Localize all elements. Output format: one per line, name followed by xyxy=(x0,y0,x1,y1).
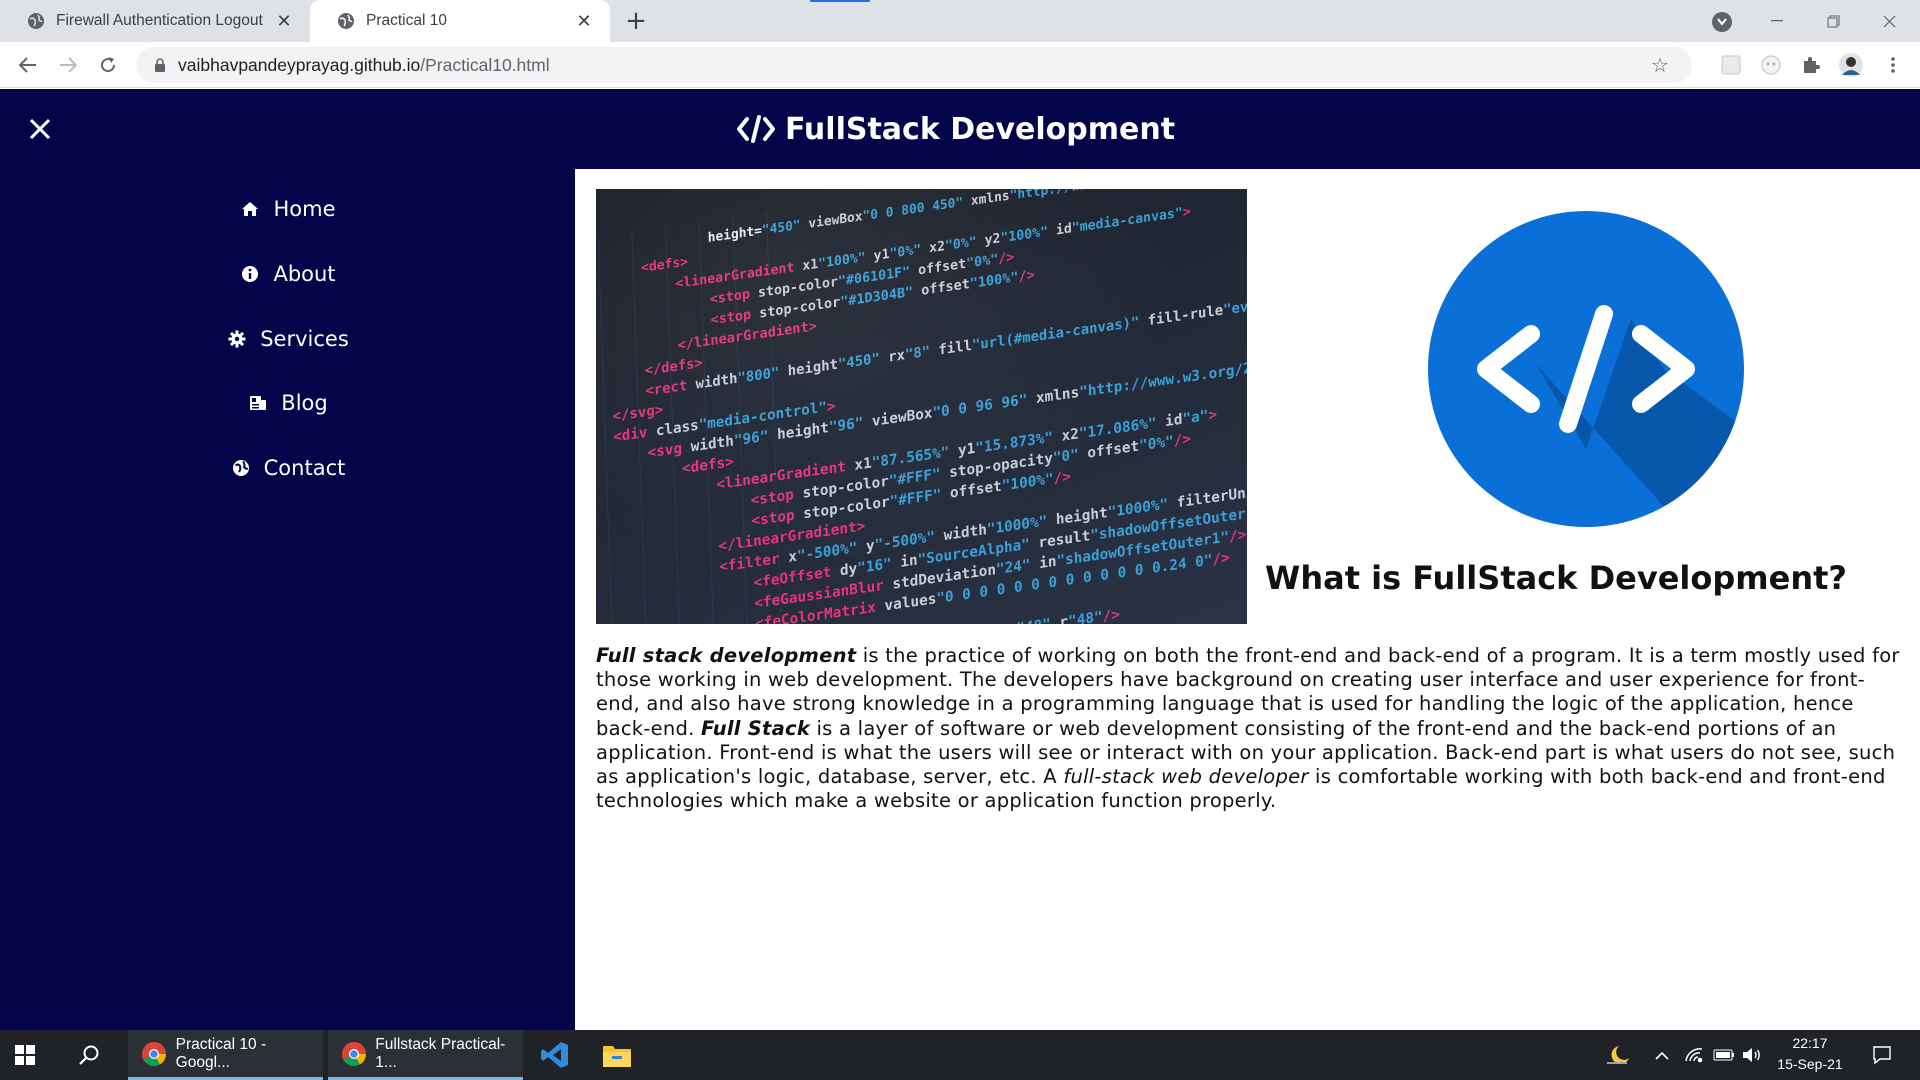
sidebar-item-label: About xyxy=(273,262,336,286)
clock-date: 15-Sep-21 xyxy=(1777,1056,1843,1072)
web-page: FullStack Development Home About Service… xyxy=(0,89,1920,1030)
intro-paragraph: Full stack development is the practice o… xyxy=(596,644,1902,813)
term-full-stack-web-developer: full-stack web developer xyxy=(1063,765,1309,789)
browser-tab-strip: Firewall Authentication Logout ✕ Practic… xyxy=(0,0,1920,42)
chevron-up-icon[interactable] xyxy=(1648,1030,1676,1080)
windows-taskbar: Practical 10 - Googl... Fullstack Practi… xyxy=(0,1030,1920,1080)
tab-search-icon[interactable] xyxy=(1712,12,1732,32)
windows-start-icon[interactable] xyxy=(0,1030,50,1080)
close-menu-icon[interactable] xyxy=(24,113,56,145)
lock-icon[interactable] xyxy=(152,57,168,73)
sidebar-item-label: Blog xyxy=(281,391,328,415)
taskbar-app-fullstack-practical[interactable]: Fullstack Practical-1... xyxy=(328,1030,523,1080)
bookmark-star-icon[interactable]: ☆ xyxy=(1648,53,1672,77)
tab-title: Firewall Authentication Logout xyxy=(56,12,263,29)
back-arrow-icon[interactable] xyxy=(14,51,42,79)
taskbar-app-label: Practical 10 - Googl... xyxy=(175,1035,267,1071)
vscode-icon[interactable] xyxy=(530,1030,580,1080)
globe-favicon-icon xyxy=(336,11,356,31)
taskbar-app-practical-10[interactable]: Practical 10 - Googl... xyxy=(128,1030,323,1080)
clock-time: 22:17 xyxy=(1792,1035,1828,1051)
sidebar-item-about[interactable]: About xyxy=(0,254,575,294)
restore-icon[interactable] xyxy=(1810,0,1856,42)
code-screenshot-image: height="450" viewBox"0 0 800 450" xmlns"… xyxy=(596,189,1247,624)
browser-toolbar: vaibhavpandeyprayag.github.io/Practical1… xyxy=(0,42,1920,88)
site-title: FullStack Development xyxy=(736,111,1176,147)
new-tab-button[interactable]: + xyxy=(624,6,648,36)
main-content: height="450" viewBox"0 0 800 450" xmlns"… xyxy=(576,169,1920,1030)
file-explorer-icon[interactable] xyxy=(592,1030,642,1080)
search-icon[interactable] xyxy=(64,1030,114,1080)
reload-icon[interactable] xyxy=(94,51,122,79)
forward-arrow-icon[interactable] xyxy=(54,51,82,79)
chrome-icon xyxy=(340,1040,367,1068)
term-full-stack-development: Full stack development xyxy=(596,644,857,667)
url-path: /Practical10.html xyxy=(420,54,550,75)
minimize-icon[interactable] xyxy=(1754,0,1800,42)
site-header: FullStack Development xyxy=(0,89,1920,169)
chrome-menu-icon[interactable] xyxy=(1880,52,1906,78)
home-icon xyxy=(239,198,261,220)
notifications-icon[interactable] xyxy=(1862,1030,1902,1080)
tab-practical-10[interactable]: Practical 10 ✕ xyxy=(310,0,610,42)
chrome-icon xyxy=(140,1040,168,1068)
blog-icon xyxy=(247,392,269,414)
url-text: vaibhavpandeyprayag.github.io/Practical1… xyxy=(178,55,550,76)
profile-avatar[interactable] xyxy=(1838,52,1864,78)
sidebar-item-label: Home xyxy=(273,197,336,221)
extension-icon[interactable] xyxy=(1718,52,1744,78)
taskbar-clock[interactable]: 22:17 15-Sep-21 xyxy=(1770,1033,1850,1077)
window-close-icon[interactable] xyxy=(1866,0,1912,42)
sidebar-item-services[interactable]: Services xyxy=(0,319,575,359)
globe-icon xyxy=(230,457,252,479)
close-icon[interactable]: ✕ xyxy=(272,9,296,33)
sidebar-item-home[interactable]: Home xyxy=(0,189,575,229)
sidebar-nav: Home About Services Blog Contact xyxy=(0,169,575,1030)
image-vignette xyxy=(596,189,1247,624)
url-host: vaibhavpandeyprayag.github.io xyxy=(178,54,421,75)
sidebar-item-label: Services xyxy=(260,327,349,351)
wifi-icon[interactable] xyxy=(1680,1030,1708,1080)
sidebar-item-label: Contact xyxy=(263,456,346,480)
close-icon[interactable]: ✕ xyxy=(572,9,596,33)
sidebar-item-contact[interactable]: Contact xyxy=(0,448,575,488)
site-title-text: FullStack Development xyxy=(784,111,1176,147)
volume-icon[interactable] xyxy=(1738,1030,1766,1080)
taskbar-app-label: Fullstack Practical-1... xyxy=(375,1035,506,1071)
tab-drag-indicator xyxy=(810,0,870,2)
info-icon xyxy=(239,263,261,285)
battery-icon[interactable] xyxy=(1710,1030,1738,1080)
address-bar[interactable]: vaibhavpandeyprayag.github.io/Practical1… xyxy=(136,47,1692,83)
gear-icon xyxy=(226,328,248,350)
weather-moon-icon[interactable] xyxy=(1600,1030,1636,1080)
sidebar-item-blog[interactable]: Blog xyxy=(0,383,575,423)
term-full-stack: Full Stack xyxy=(701,716,811,740)
extensions-puzzle-icon[interactable] xyxy=(1798,52,1824,78)
code-icon xyxy=(736,115,775,143)
globe-favicon-icon xyxy=(26,11,46,31)
tab-firewall-logout[interactable]: Firewall Authentication Logout ✕ xyxy=(0,0,310,42)
section-heading: What is FullStack Development? xyxy=(1265,559,1847,597)
tab-title: Practical 10 xyxy=(366,12,447,29)
extension-face-icon[interactable] xyxy=(1758,52,1784,78)
fullstack-code-logo-icon xyxy=(1426,209,1746,529)
